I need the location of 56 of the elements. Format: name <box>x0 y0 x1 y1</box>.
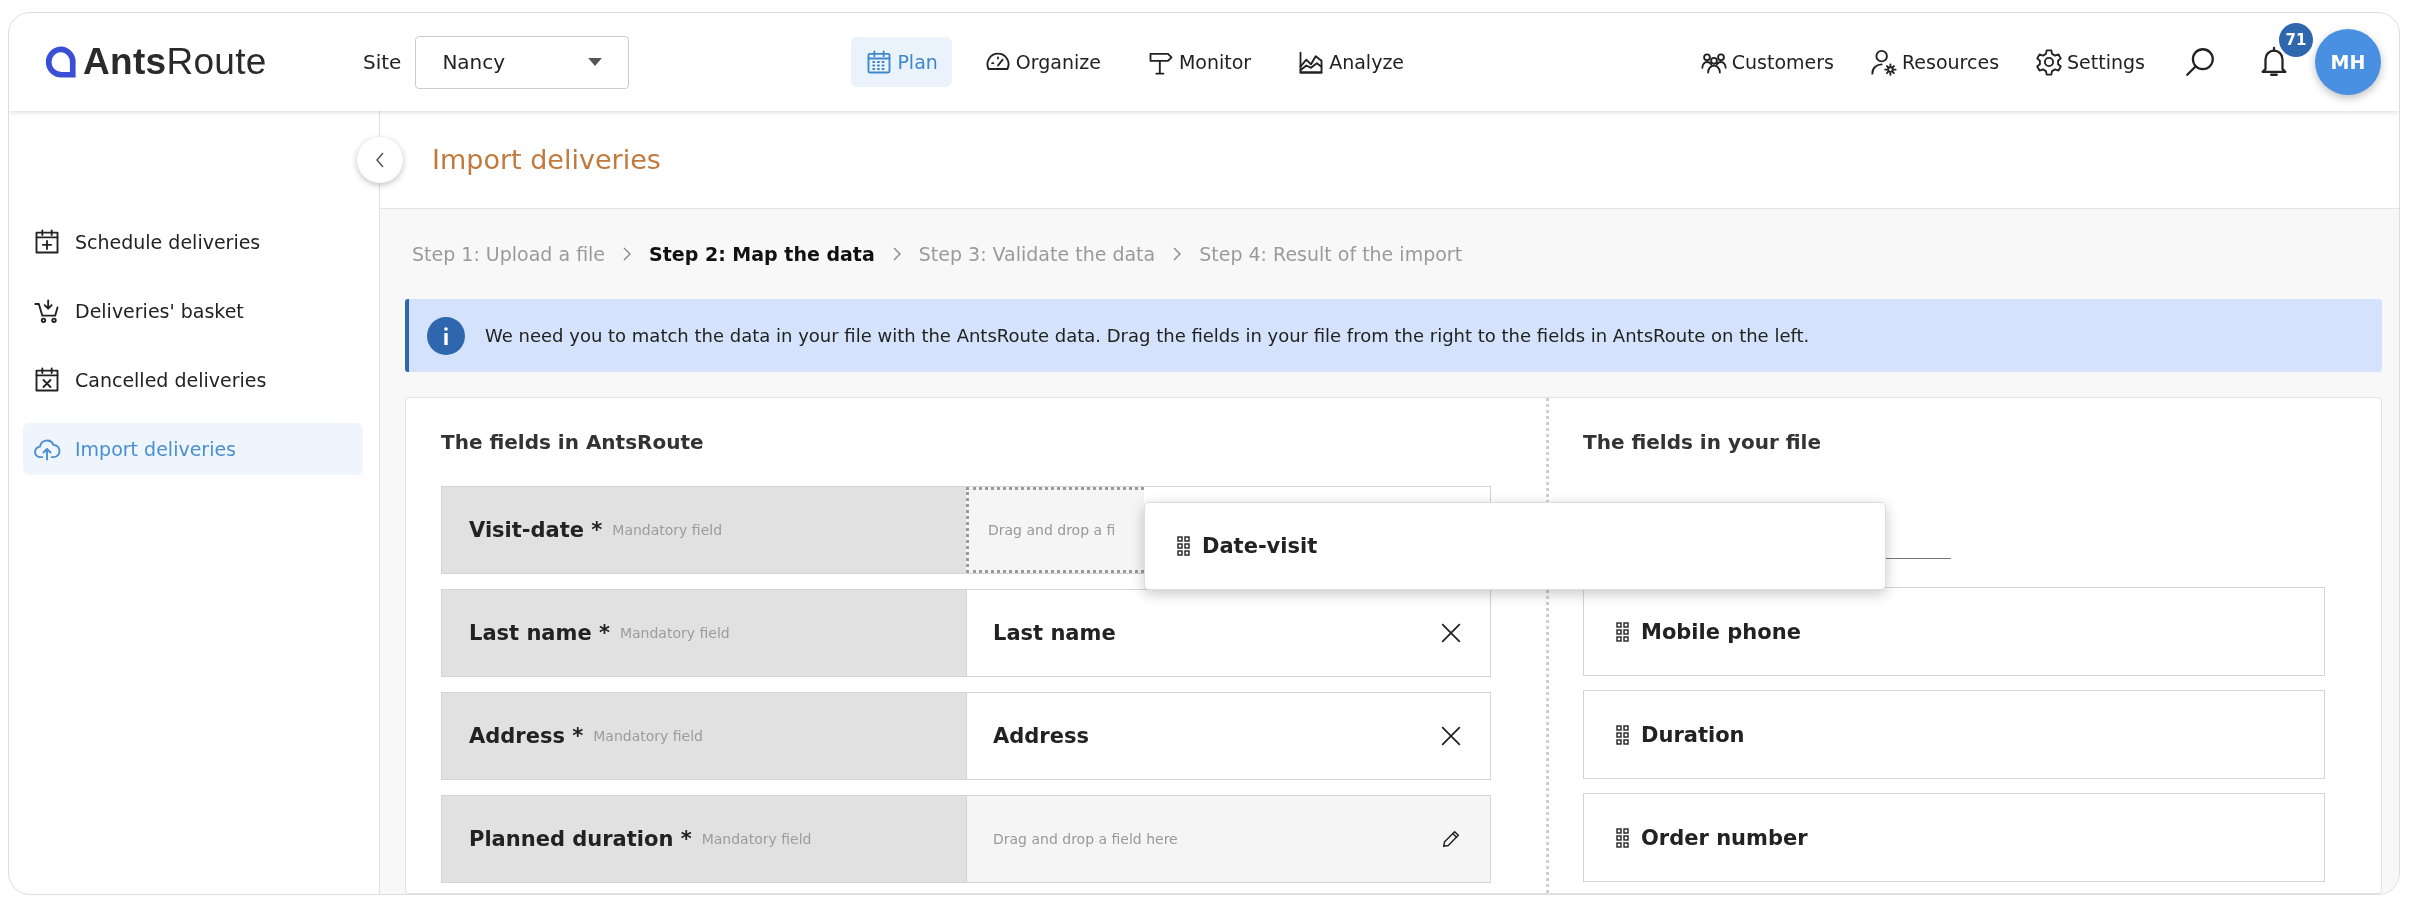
file-field-card[interactable]: Order number <box>1583 793 2325 882</box>
chevron-left-icon <box>375 152 385 168</box>
mapped-field-name: Address <box>993 724 1089 748</box>
file-field-card[interactable]: Duration <box>1583 690 2325 779</box>
toolbar-link[interactable]: Resources <box>1856 37 2014 87</box>
column-title: The fields in AntsRoute <box>441 429 705 456</box>
step-link[interactable]: Step 2: Map the data <box>649 243 875 265</box>
sidebar-item[interactable]: Deliveries' basket <box>23 285 363 337</box>
file-field-name: Date-visit <box>1202 534 1318 558</box>
toolbar-link[interactable]: Customers <box>1685 37 1848 87</box>
search-icon[interactable] <box>2183 45 2217 79</box>
file-field-name: Mobile phone <box>1641 619 1801 644</box>
nav-tab[interactable]: Organize <box>969 37 1115 87</box>
chevron-right-icon <box>892 247 901 261</box>
info-text: We need you to match the data in your file with the AntsRoute data. Drag the fields in your file from the right to the fields in AntsRoute on the left. <box>485 325 1810 346</box>
pencil-icon[interactable] <box>1440 828 1462 850</box>
field-name: Address * <box>469 724 584 748</box>
caret-icon <box>588 58 603 66</box>
close-icon[interactable] <box>1440 622 1462 644</box>
mandatory-hint: Mandatory field <box>619 625 730 641</box>
logo-icon <box>43 45 77 79</box>
field-name: Planned duration * <box>469 827 692 851</box>
close-icon[interactable] <box>1440 725 1462 747</box>
page-title: Import deliveries <box>432 144 661 175</box>
person-gear-icon <box>1870 48 1898 76</box>
field-name: Visit-date * <box>469 518 603 542</box>
chevron-right-icon <box>623 247 632 261</box>
settings-icon <box>2035 48 2064 76</box>
mandatory-hint: Mandatory field <box>701 831 812 847</box>
chevron-right-icon <box>1173 247 1182 261</box>
mapped-field-name: Last name <box>993 621 1116 645</box>
calendar-plus-icon <box>33 228 61 256</box>
mandatory-hint: Mandatory field <box>612 522 723 538</box>
site-label: Site <box>363 50 402 74</box>
column-title: The fields in your file <box>1583 429 1822 456</box>
grid-icon <box>1616 621 1629 642</box>
nav-tab[interactable]: Monitor <box>1132 37 1266 87</box>
mandatory-hint: Mandatory field <box>593 728 703 744</box>
field-name: Last name * <box>469 621 610 645</box>
notification-badge: 71 <box>2279 23 2313 57</box>
site-select[interactable]: Nancy <box>415 35 630 89</box>
dragged-field-card[interactable]: Date-visit <box>1144 502 1886 590</box>
sidebar-item[interactable]: Cancelled deliveries <box>23 354 363 406</box>
sidebar-item[interactable]: Schedule deliveries <box>23 216 363 268</box>
nav-tab[interactable]: Analyze <box>1283 37 1419 87</box>
logo-text: AntsRoute <box>83 41 267 83</box>
grid-icon <box>1616 827 1629 848</box>
basket-icon <box>33 297 61 325</box>
info-glyph-icon <box>441 326 451 345</box>
toolbar-link[interactable]: Settings <box>2021 37 2159 87</box>
grid-icon <box>1616 724 1629 745</box>
file-field-name: Order number <box>1641 825 1808 850</box>
grid-icon <box>1177 536 1190 556</box>
file-field-name: Duration <box>1641 722 1745 747</box>
calendar-cross-icon <box>33 366 61 394</box>
drop-zone-placeholder: Drag and drop a field here <box>993 831 1178 847</box>
